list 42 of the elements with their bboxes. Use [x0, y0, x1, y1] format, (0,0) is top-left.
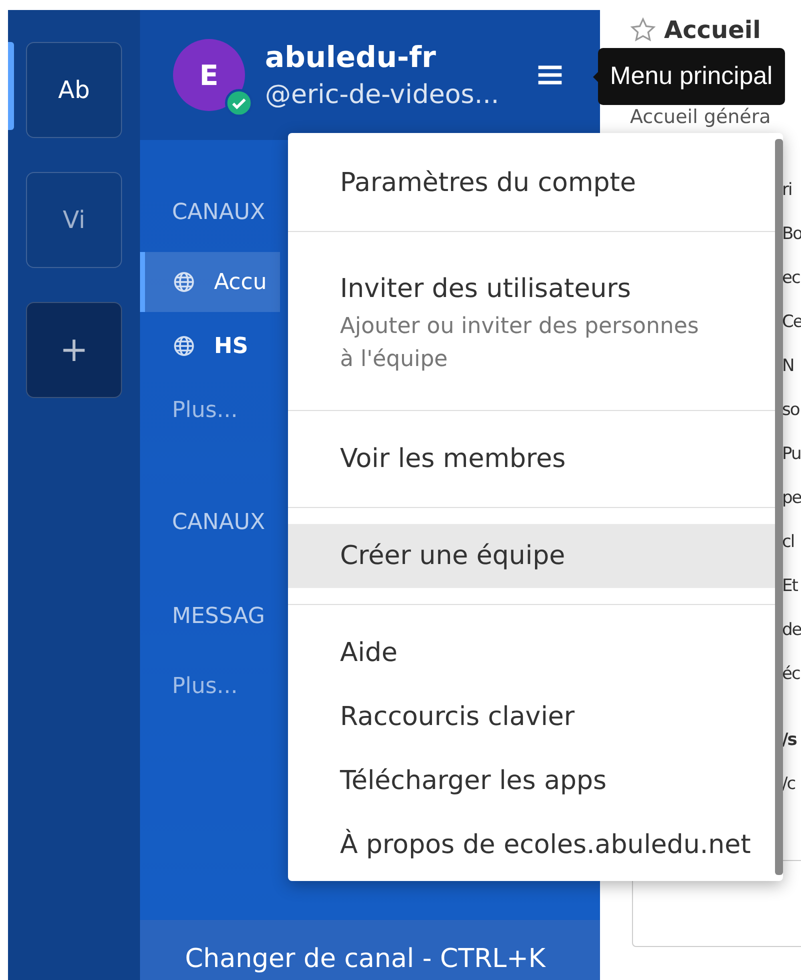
- channel-name: HS: [214, 334, 248, 358]
- menu-item[interactable]: Paramètres du compte: [288, 151, 775, 215]
- channel-item[interactable]: Accu: [140, 252, 280, 312]
- team-name: abuledu-fr: [265, 40, 437, 74]
- menu-item[interactable]: Raccourcis clavier: [288, 685, 775, 749]
- message-text: Pu: [782, 444, 800, 466]
- message-text: pe: [782, 488, 800, 510]
- message-text: /c: [782, 774, 796, 796]
- switch-channel-bar[interactable]: Changer de canal - CTRL+K: [140, 920, 600, 980]
- section-header: MESSAG: [172, 604, 265, 631]
- add-team-button[interactable]: +: [26, 302, 122, 398]
- message-text: N: [782, 356, 795, 378]
- channel-title: Accueil: [664, 16, 761, 44]
- message-text: /s: [782, 730, 798, 752]
- menu-item[interactable]: Aide: [288, 621, 775, 685]
- team-button[interactable]: Vi: [26, 172, 122, 268]
- menu-item[interactable]: Créer une équipe: [288, 524, 775, 588]
- star-icon: [630, 17, 656, 43]
- menu-item[interactable]: À propos de ecoles.abuledu.net: [288, 813, 775, 877]
- message-text: ri: [782, 180, 793, 202]
- team-button[interactable]: Ab: [26, 42, 122, 138]
- channel-description: Accueil généra: [630, 106, 772, 128]
- message-text: cl: [782, 532, 796, 554]
- message-text: so: [782, 400, 800, 422]
- menu-item-label[interactable]: Inviter des utilisateurs: [340, 268, 755, 310]
- menu-item-description: Ajouter ou inviter des personnes à l'équipe: [340, 313, 700, 374]
- username: @eric-de-videos...: [265, 80, 500, 110]
- message-text: ec: [782, 268, 800, 290]
- menu-item[interactable]: Télécharger les apps: [288, 749, 775, 813]
- message-text: Bo: [782, 224, 800, 246]
- menu-item[interactable]: Voir les membres: [288, 427, 775, 491]
- channel-name: Accu: [214, 270, 267, 294]
- tooltip: Menu principal: [598, 48, 785, 105]
- scrollbar[interactable]: [775, 139, 783, 875]
- message-text: de: [782, 620, 800, 642]
- globe-icon: [172, 334, 196, 358]
- section-header: CANAUX: [172, 510, 266, 537]
- message-text: éc: [782, 664, 800, 686]
- globe-icon: [172, 270, 196, 294]
- section-header: CANAUX: [172, 200, 266, 227]
- message-text: Et: [782, 576, 799, 598]
- channel-item[interactable]: HS: [140, 316, 280, 376]
